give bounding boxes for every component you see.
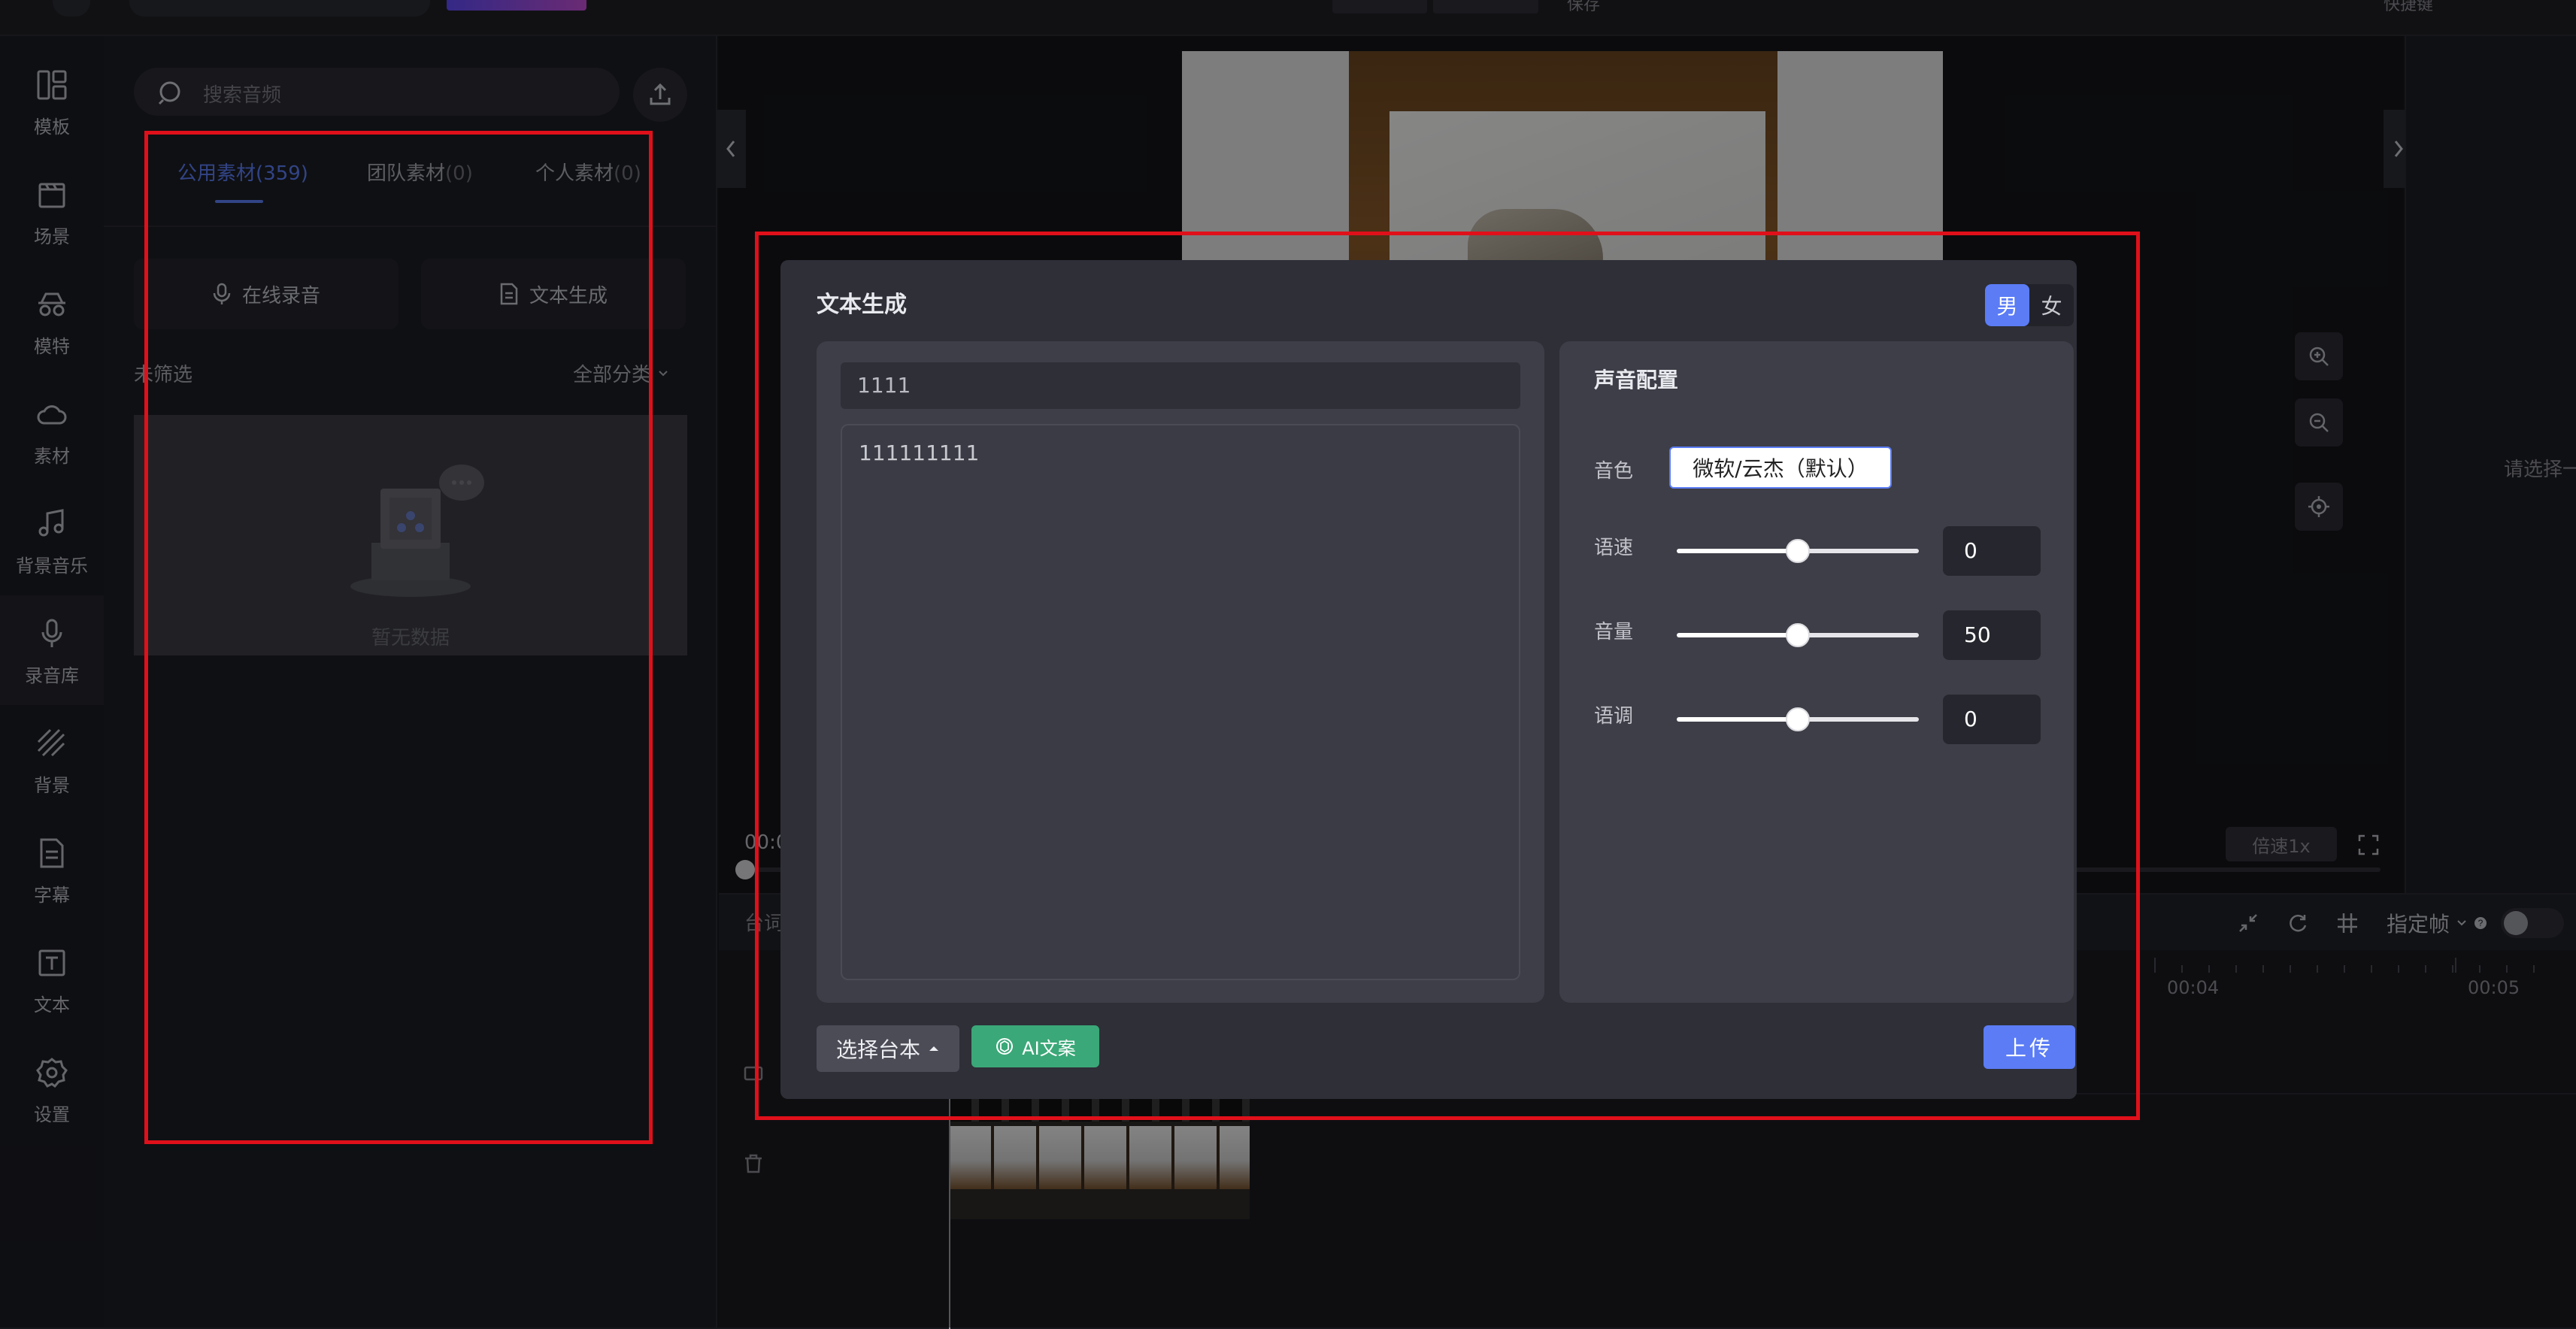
annotation-box-dialog — [755, 232, 2140, 1120]
annotation-box-panel — [144, 131, 653, 1144]
